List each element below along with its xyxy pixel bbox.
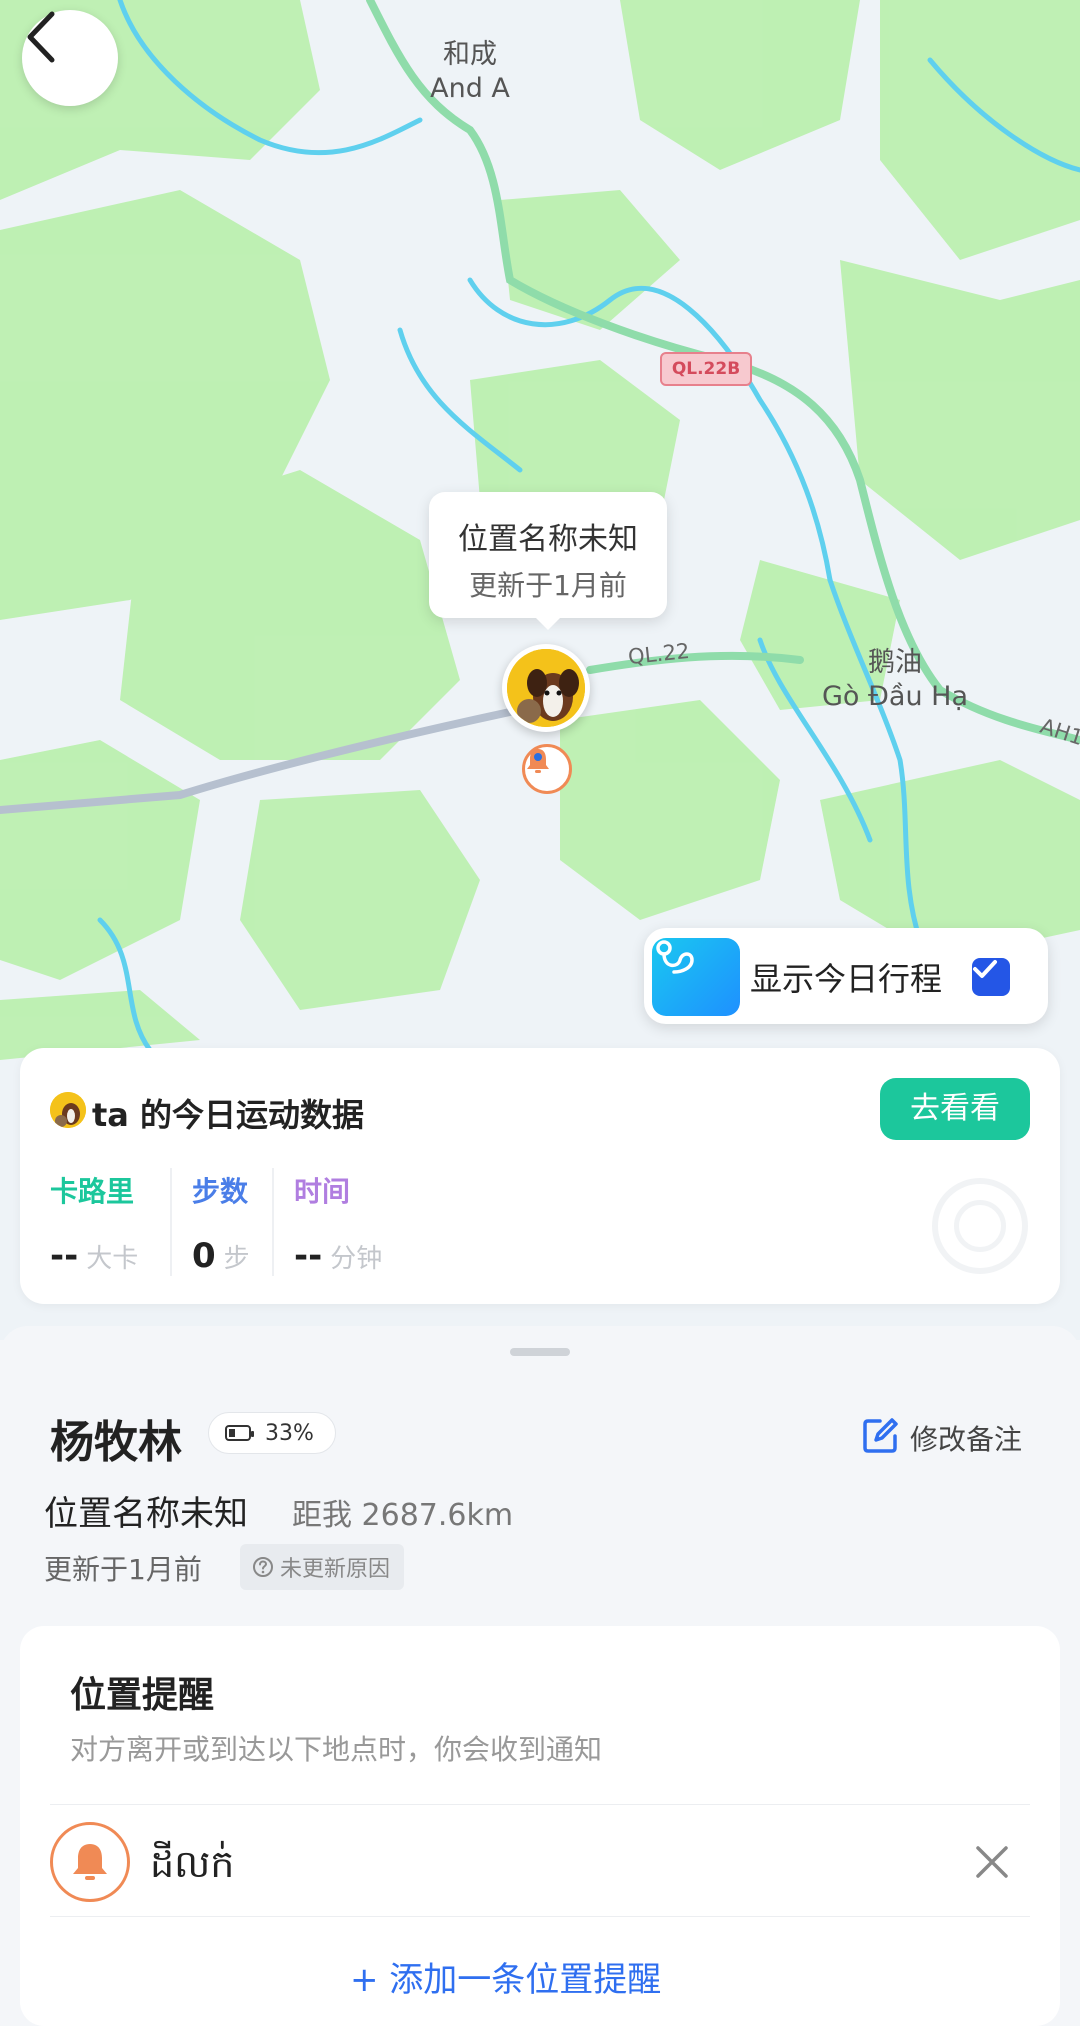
updated-text: 更新于1月前 xyxy=(44,1553,202,1586)
avatar xyxy=(507,649,585,727)
mini-avatar xyxy=(50,1092,86,1128)
distance-text: 距我 2687.6km xyxy=(292,1498,514,1533)
stat-unit: 步 xyxy=(223,1244,250,1274)
trip-toggle-label: 显示今日行程 xyxy=(750,960,943,998)
route-icon xyxy=(656,940,694,974)
stat-label: 时间 xyxy=(294,1175,351,1208)
divider xyxy=(50,1804,1030,1805)
alert-card-subtitle: 对方离开或到达以下地点时，你会收到通知 xyxy=(70,1733,603,1766)
alert-card-title: 位置提醒 xyxy=(70,1675,215,1716)
pet-avatar-image xyxy=(50,1092,86,1128)
stat-value: -- xyxy=(50,1236,79,1276)
battery-level: 33% xyxy=(265,1421,314,1446)
not-updated-reason-button[interactable]: 未更新原因 xyxy=(240,1544,405,1590)
edit-remark-label: 修改备注 xyxy=(910,1423,1023,1456)
battery-badge: 33% xyxy=(208,1412,336,1454)
sheet-drag-handle[interactable] xyxy=(510,1348,570,1356)
activity-ring-icon xyxy=(932,1178,1028,1274)
stat-calories: 卡路里 -- 大卡 xyxy=(50,1170,138,1276)
location-alert-card: 位置提醒 对方离开或到达以下地点时，你会收到通知 ដីលក់ + 添加一条位置提… xyxy=(20,1626,1060,2026)
user-avatar-marker[interactable] xyxy=(502,644,590,732)
stat-unit: 大卡 xyxy=(86,1244,139,1274)
divider xyxy=(272,1168,274,1276)
bell-icon xyxy=(73,1844,107,1880)
check-icon xyxy=(973,960,997,978)
alert-item-name[interactable]: ដីលក់ xyxy=(150,1840,234,1896)
stat-time: 时间 -- 分钟 xyxy=(294,1170,382,1276)
not-updated-reason-label: 未更新原因 xyxy=(280,1557,391,1582)
battery-icon xyxy=(225,1425,254,1441)
view-sport-button[interactable]: 去看看 xyxy=(880,1078,1030,1140)
edit-icon xyxy=(863,1418,898,1453)
divider xyxy=(170,1168,172,1276)
map-view[interactable]: 和成 And A 鹅油 Gò Đầu Hạ QL.22B QL.22 AH1 位… xyxy=(0,0,1080,1340)
stat-steps: 步数 0步 xyxy=(192,1170,250,1276)
stat-value: 0 xyxy=(192,1236,216,1276)
back-button[interactable] xyxy=(22,10,118,106)
contact-name: 杨牧林 xyxy=(50,1417,182,1468)
sport-card-title: ta 的今日运动数据 xyxy=(92,1096,365,1134)
question-circle-icon xyxy=(253,1557,273,1577)
sport-data-card: ta 的今日运动数据 去看看 卡路里 -- 大卡 步数 0步 时间 -- 分钟 xyxy=(20,1048,1060,1304)
alert-item-icon xyxy=(50,1822,130,1902)
trip-toggle-checkbox[interactable] xyxy=(972,958,1010,996)
divider xyxy=(50,1916,1030,1917)
bubble-subtitle: 更新于1月前 xyxy=(469,569,627,602)
bell-icon xyxy=(527,749,549,773)
location-name: 位置名称未知 xyxy=(44,1494,248,1534)
stat-value: -- xyxy=(294,1236,323,1276)
alert-location-marker[interactable] xyxy=(522,744,572,794)
location-bubble[interactable]: 位置名称未知 更新于1月前 xyxy=(429,492,667,630)
map-place-label: 和成 And A xyxy=(430,39,510,104)
road-shield: QL.22B xyxy=(660,352,752,386)
chevron-left-icon xyxy=(27,11,55,63)
close-icon[interactable] xyxy=(972,1842,1012,1882)
add-alert-button[interactable]: + 添加一条位置提醒 xyxy=(350,1952,661,2001)
bubble-title: 位置名称未知 xyxy=(458,522,638,557)
show-today-trip-toggle[interactable]: 显示今日行程 xyxy=(644,928,1048,1024)
stat-unit: 分钟 xyxy=(330,1244,383,1274)
map-place-label: 鹅油 Gò Đầu Hạ xyxy=(821,647,969,712)
stat-label: 步数 xyxy=(192,1175,249,1208)
stat-label: 卡路里 xyxy=(50,1175,135,1208)
route-icon-box xyxy=(652,938,740,1016)
pet-avatar-image xyxy=(507,649,585,727)
